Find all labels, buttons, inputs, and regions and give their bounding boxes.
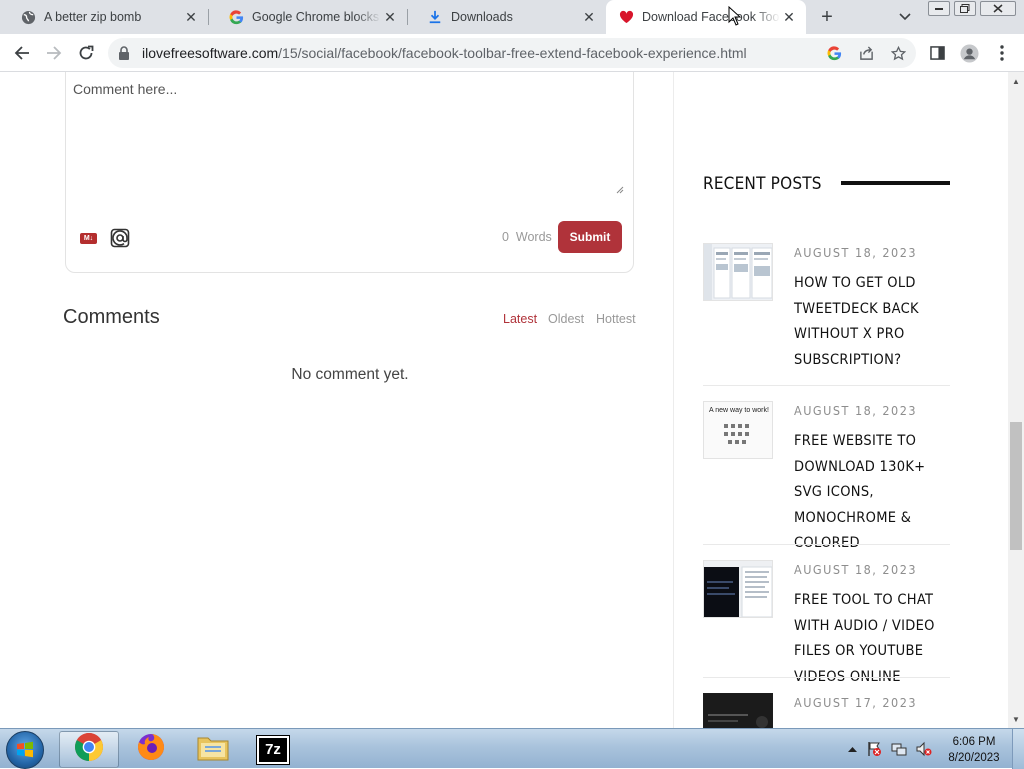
- web-page: M↓ 0 Words Submit Comments Latest Oldest…: [0, 72, 1008, 728]
- windows-taskbar: 7z 6:06 PM 8/20/2023: [0, 728, 1024, 769]
- scroll-down-arrow-icon[interactable]: ▼: [1008, 712, 1024, 726]
- google-g-icon: [228, 9, 244, 25]
- comment-form: M↓ 0 Words Submit: [65, 72, 634, 273]
- recent-post-item[interactable]: AUGUST 18, 2023 How to Get Old TweetDeck…: [703, 243, 950, 383]
- page-scrollbar[interactable]: [1008, 72, 1024, 728]
- clock-date: 8/20/2023: [948, 752, 1000, 764]
- chevron-down-icon[interactable]: [896, 8, 914, 26]
- post-title-link[interactable]: Free Website to Download 130K+ SVG Icons…: [794, 429, 952, 557]
- word-count-unit: Words: [515, 230, 552, 244]
- forward-arrow-icon[interactable]: [43, 42, 65, 64]
- post-date: AUGUST 17, 2023: [794, 695, 918, 710]
- url-domain: ilovefreesoftware.com: [142, 45, 279, 61]
- tab-title: Google Chrome blocks some: [252, 10, 381, 24]
- resize-grip-icon[interactable]: [614, 181, 624, 194]
- recent-post-item[interactable]: AUGUST 18, 2023 Free Tool to Chat with A…: [703, 560, 950, 685]
- star-bookmark-icon[interactable]: [890, 45, 906, 61]
- browser-toolbar: ilovefreesoftware.com/15/social/facebook…: [0, 34, 1024, 72]
- tab-title: Downloads: [451, 10, 513, 24]
- profile-avatar-icon[interactable]: [959, 43, 979, 63]
- address-bar[interactable]: ilovefreesoftware.com/15/social/facebook…: [108, 38, 916, 68]
- post-date: AUGUST 18, 2023: [794, 562, 918, 577]
- post-divider: [703, 385, 950, 386]
- action-center-flag-icon[interactable]: [866, 741, 882, 757]
- tab-google-chrome-blocks[interactable]: Google Chrome blocks some ✕: [208, 0, 407, 34]
- firefox-icon: [136, 732, 166, 767]
- reload-icon[interactable]: [75, 42, 97, 64]
- clock-time: 6:06 PM: [952, 736, 996, 748]
- side-panel-icon[interactable]: [927, 43, 947, 63]
- close-window-button[interactable]: [980, 1, 1016, 16]
- globe-icon: [20, 9, 36, 25]
- close-tab-icon[interactable]: ✕: [381, 8, 399, 26]
- url-path: /15/social/facebook/facebook-toolbar-fre…: [278, 45, 747, 61]
- post-date: AUGUST 18, 2023: [794, 403, 918, 418]
- folder-icon: [197, 733, 229, 766]
- lock-icon[interactable]: [118, 46, 130, 65]
- volume-muted-icon[interactable]: [916, 741, 932, 757]
- taskbar-clock[interactable]: 6:06 PM 8/20/2023: [940, 734, 1008, 766]
- tab-zip-bomb[interactable]: A better zip bomb ✕: [0, 0, 208, 34]
- windows-start-button[interactable]: [6, 731, 44, 769]
- post-thumbnail[interactable]: [703, 693, 773, 728]
- sort-latest-tab[interactable]: Latest: [503, 312, 537, 326]
- column-divider: [673, 72, 674, 728]
- share-icon[interactable]: [858, 45, 874, 61]
- tab-title: Download Facebook Toolbar: [642, 10, 780, 24]
- back-arrow-icon[interactable]: [11, 42, 33, 64]
- scroll-up-arrow-icon[interactable]: ▲: [1008, 74, 1024, 88]
- svg-text:A new way to work!: A new way to work!: [709, 407, 769, 414]
- post-title-link[interactable]: How to Get Old TweetDeck Back without X …: [794, 271, 952, 373]
- 7zip-icon: 7z: [256, 734, 290, 765]
- sort-oldest-tab[interactable]: Oldest: [548, 312, 584, 326]
- post-divider: [703, 544, 950, 545]
- word-count-number: 0: [502, 230, 509, 244]
- recent-post-item[interactable]: A new way to work! AUGUST 18, 2023 Free …: [703, 401, 950, 551]
- url-text[interactable]: ilovefreesoftware.com/15/social/facebook…: [142, 45, 747, 61]
- markdown-icon[interactable]: M↓: [80, 233, 97, 244]
- mouse-cursor-icon: [728, 5, 742, 31]
- scrollbar-thumb[interactable]: [1010, 422, 1022, 550]
- tab-downloads[interactable]: Downloads ✕: [407, 0, 606, 34]
- heart-icon: [618, 9, 634, 25]
- recent-post-item[interactable]: AUGUST 17, 2023: [703, 693, 950, 728]
- heading-rule: [841, 181, 950, 185]
- close-tab-icon[interactable]: ✕: [780, 8, 798, 26]
- taskbar-firefox-button[interactable]: [121, 731, 181, 768]
- tab-strip: A better zip bomb ✕ Google Chrome blocks…: [0, 0, 1024, 34]
- show-desktop-button[interactable]: [1012, 729, 1024, 769]
- kebab-menu-icon[interactable]: [992, 43, 1012, 63]
- post-thumbnail[interactable]: [703, 560, 773, 618]
- show-hidden-icons-icon[interactable]: [844, 741, 860, 757]
- network-icon[interactable]: [891, 741, 907, 757]
- tab-download-facebook-toolbar[interactable]: Download Facebook Toolbar ✕: [606, 0, 806, 34]
- post-thumbnail[interactable]: A new way to work!: [703, 401, 773, 459]
- minimize-button[interactable]: [928, 1, 950, 16]
- post-thumbnail[interactable]: [703, 243, 773, 301]
- post-title-link[interactable]: Free Tool to Chat with Audio / Video Fil…: [794, 588, 952, 690]
- taskbar-7zip-button[interactable]: 7z: [243, 731, 303, 768]
- word-count: 0 Words: [502, 230, 552, 244]
- comment-textarea[interactable]: [66, 72, 627, 196]
- google-lens-icon[interactable]: [826, 45, 842, 61]
- close-tab-icon[interactable]: ✕: [580, 8, 598, 26]
- post-divider: [703, 677, 950, 678]
- recent-posts-heading: RECENT POSTS: [703, 174, 822, 194]
- submit-button[interactable]: Submit: [558, 221, 622, 253]
- sort-hottest-tab[interactable]: Hottest: [596, 312, 636, 326]
- tab-title: A better zip bomb: [44, 10, 142, 24]
- chrome-icon: [74, 732, 104, 767]
- empty-comments-text: No comment yet.: [291, 366, 409, 383]
- comments-title: Comments: [63, 306, 160, 328]
- taskbar-file-explorer-button[interactable]: [183, 731, 243, 768]
- maximize-button[interactable]: [954, 1, 976, 16]
- post-date: AUGUST 18, 2023: [794, 245, 918, 260]
- download-icon: [427, 9, 443, 25]
- new-tab-button[interactable]: +: [816, 6, 838, 28]
- mention-at-icon[interactable]: [110, 228, 130, 248]
- close-tab-icon[interactable]: ✕: [182, 8, 200, 26]
- taskbar-chrome-button[interactable]: [59, 731, 119, 768]
